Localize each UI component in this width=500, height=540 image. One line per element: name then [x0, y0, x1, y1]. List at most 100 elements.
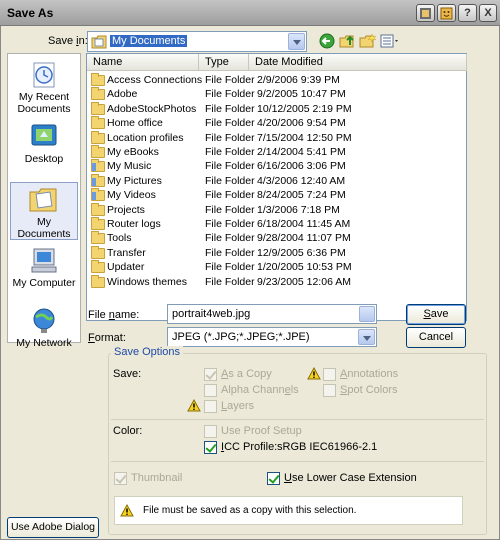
file-row[interactable]: Windows themes File Folder 9/23/2005 12:06…: [87, 274, 467, 290]
file-row[interactable]: Updater File Folder 1/20/2005 10:53 PM: [87, 260, 467, 275]
adobe-bridge-button[interactable]: [416, 4, 435, 22]
cancel-button[interactable]: Cancel: [406, 327, 466, 348]
help-button[interactable]: ?: [458, 4, 477, 22]
file-row[interactable]: Location profiles File Folder 7/15/2004 12…: [87, 130, 467, 146]
file-row[interactable]: Router logs File Folder 6/18/2004 11:45 AM: [87, 217, 467, 232]
file-name: Updater: [107, 261, 145, 274]
chevron-down-icon[interactable]: [288, 33, 305, 50]
folder-icon: [91, 245, 105, 259]
folder-icon: [91, 217, 105, 230]
layers-label: Layers: [221, 400, 255, 412]
as-a-copy-checkbox[interactable]: [204, 368, 217, 381]
videos-folder-icon: [91, 188, 105, 202]
format-select[interactable]: JPEG (*.JPG;*.JPEG;*.JPE): [167, 327, 377, 347]
layers-checkbox[interactable]: [204, 400, 217, 413]
chevron-down-icon[interactable]: [358, 329, 375, 345]
warning-message: File must be saved as a copy with this s…: [143, 505, 357, 516]
file-date: 9/28/2004 11:07 PM: [257, 232, 351, 245]
file-type: File Folder: [205, 146, 255, 158]
bridge-icon: [420, 8, 431, 19]
file-type: File Folder: [205, 218, 255, 230]
file-row[interactable]: Transfer File Folder 12/9/2005 6:36 PM: [87, 245, 467, 261]
help-browse-button[interactable]: [437, 4, 456, 22]
annotations-checkbox[interactable]: [323, 368, 336, 381]
file-name: My eBooks: [107, 146, 159, 158]
place-label: My Documents: [17, 216, 71, 240]
save-button[interactable]: Save: [406, 304, 466, 325]
file-date: 6/16/2006 3:06 PM: [257, 160, 346, 173]
new-folder-icon[interactable]: [359, 33, 377, 49]
save-in-combo[interactable]: My Documents: [87, 31, 307, 52]
use-proof-setup-checkbox[interactable]: [204, 425, 217, 438]
file-list[interactable]: Name Type Date Modified Access Connectio…: [86, 53, 467, 321]
file-row[interactable]: My eBooks File Folder 2/14/2004 5:41 PM: [87, 145, 467, 160]
alpha-channels-checkbox[interactable]: [204, 384, 217, 397]
file-row[interactable]: Projects File Folder 1/3/2006 7:18 PM: [87, 202, 467, 218]
save-in-value: My Documents: [110, 35, 188, 47]
file-name: Location profiles: [107, 131, 184, 144]
folder-icon: [91, 116, 105, 130]
place-my-documents[interactable]: My Documents: [10, 182, 78, 240]
file-name: Home office: [107, 117, 163, 130]
file-date: 12/9/2005 6:36 PM: [257, 246, 346, 259]
help-icon: ?: [464, 7, 471, 19]
folder-icon: [91, 145, 105, 158]
color-label: Color:: [113, 425, 143, 437]
place-recent-documents[interactable]: My Recent Documents: [10, 58, 78, 115]
folder-icon: [91, 73, 105, 86]
lower-case-extension-label: Use Lower Case Extension: [284, 472, 417, 484]
save-in-label: Save in:: [48, 35, 88, 47]
column-header-name[interactable]: Name: [87, 54, 199, 71]
file-type: File Folder: [205, 102, 255, 115]
use-adobe-dialog-button[interactable]: Use Adobe Dialog: [7, 517, 99, 538]
file-name-field[interactable]: portrait4web.jpg: [167, 304, 377, 324]
warning-icon: [187, 399, 201, 412]
file-name: Transfer: [107, 246, 146, 259]
file-name: My Videos: [107, 189, 156, 202]
file-type: File Folder: [205, 261, 255, 274]
file-type: File Folder: [205, 88, 255, 101]
divider: [111, 461, 484, 462]
place-my-computer[interactable]: My Computer: [10, 244, 78, 289]
file-date: 1/20/2005 10:53 PM: [257, 261, 352, 274]
pictures-folder-icon: [91, 173, 105, 187]
folder-icon: [91, 202, 105, 216]
file-name: Adobe: [107, 88, 138, 101]
thumbnail-checkbox[interactable]: [114, 472, 127, 485]
up-folder-icon[interactable]: [339, 33, 357, 49]
format-label: Format:: [88, 332, 126, 344]
view-menu-icon[interactable]: [380, 33, 402, 49]
my-documents-small-icon: [91, 35, 107, 49]
spot-colors-checkbox[interactable]: [323, 384, 336, 397]
chevron-down-icon[interactable]: [359, 306, 375, 322]
place-label: Desktop: [24, 153, 64, 165]
close-button[interactable]: X: [479, 4, 497, 22]
icc-profile-checkbox[interactable]: [204, 441, 217, 454]
lower-case-extension-checkbox[interactable]: [267, 472, 280, 485]
alpha-channels-label: Alpha Channels: [221, 384, 299, 396]
file-row[interactable]: Home office File Folder 4/20/2006 9:54 PM: [87, 116, 467, 131]
back-icon[interactable]: [319, 33, 337, 49]
smiley-icon: [440, 7, 453, 20]
folder-icon: [91, 130, 105, 144]
file-date: 1/3/2006 7:18 PM: [257, 203, 340, 216]
column-header-date[interactable]: Date Modified: [249, 54, 467, 71]
file-row[interactable]: My Music File Folder 6/16/2006 3:06 PM: [87, 159, 467, 174]
file-row[interactable]: AdobeStockPhotos File Folder 10/12/2005 2:…: [87, 101, 467, 117]
save-label: Save:: [113, 368, 142, 380]
column-header-type[interactable]: Type: [199, 54, 249, 71]
recent-documents-icon: [28, 61, 60, 89]
file-row[interactable]: Tools File Folder 9/28/2004 11:07 PM: [87, 231, 467, 246]
file-row[interactable]: Access Connections File Folder 2/9/2006 9:…: [87, 73, 467, 88]
file-date: 2/9/2006 9:39 PM: [257, 74, 340, 86]
file-type: File Folder: [205, 160, 255, 173]
file-type: File Folder: [205, 246, 255, 259]
file-row[interactable]: My Videos File Folder 8/24/2005 7:24 PM: [87, 188, 467, 203]
place-my-network[interactable]: My Network: [10, 304, 78, 349]
file-row[interactable]: My Pictures File Folder 4/3/2006 12:40 AM: [87, 173, 467, 189]
place-desktop[interactable]: Desktop: [10, 120, 78, 165]
file-row[interactable]: Adobe File Folder 9/2/2005 10:47 PM: [87, 87, 467, 102]
my-network-icon: [28, 307, 60, 335]
file-date: 4/3/2006 12:40 AM: [257, 174, 346, 187]
desktop-icon: [28, 123, 60, 151]
